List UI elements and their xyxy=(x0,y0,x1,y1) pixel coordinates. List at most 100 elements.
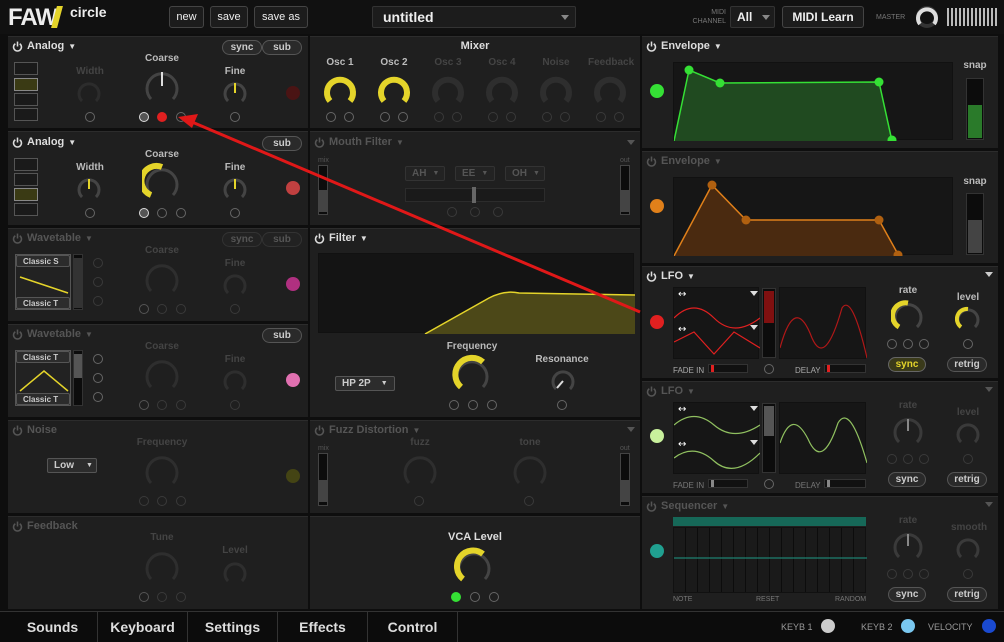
bottom-tab[interactable]: Control xyxy=(368,611,458,642)
osc4-mod-3[interactable] xyxy=(93,392,103,402)
power-icon[interactable] xyxy=(12,137,23,148)
noise-frequency-knob[interactable] xyxy=(142,450,182,490)
master-volume-knob[interactable] xyxy=(914,4,940,30)
osc3-sync-toggle[interactable]: sync xyxy=(222,232,262,247)
sequencer-header[interactable]: Sequencer ▼ xyxy=(646,500,729,512)
lfo1-level-knob[interactable] xyxy=(955,306,981,332)
lfo1-level-mod[interactable] xyxy=(963,339,973,349)
mixer-channel-knob[interactable] xyxy=(322,72,360,110)
osc2-width-knob[interactable] xyxy=(76,176,102,202)
keyb1-led[interactable] xyxy=(821,619,835,633)
power-icon[interactable] xyxy=(12,329,23,340)
osc2-fine-mod[interactable] xyxy=(230,208,240,218)
lfo2-rate-mod-1[interactable] xyxy=(887,454,897,464)
osc4-table1-select[interactable]: Classic T xyxy=(16,351,70,363)
lfo2-header[interactable]: LFO ▼ xyxy=(646,385,695,397)
fuzz-fuzz-mod[interactable] xyxy=(414,496,424,506)
feedback-header[interactable]: Feedback xyxy=(12,520,78,532)
mouth-mod-2[interactable] xyxy=(470,207,480,217)
noise-mode-select[interactable]: Low ▼ xyxy=(47,458,97,473)
mouth-vowel2-select[interactable]: EE ▼ xyxy=(455,166,495,181)
fuzz-menu-icon[interactable] xyxy=(627,427,635,432)
lfo2-rate-knob[interactable] xyxy=(891,414,925,448)
lfo2-level-mod[interactable] xyxy=(963,454,973,464)
sequencer-length-bar[interactable] xyxy=(673,517,866,526)
mouth-filter-menu-icon[interactable] xyxy=(627,140,635,145)
fuzz-out-handle[interactable] xyxy=(621,480,629,502)
vca-level-knob[interactable] xyxy=(454,546,494,586)
filter-res-mod[interactable] xyxy=(557,400,567,410)
fuzz-mix-handle[interactable] xyxy=(319,480,327,502)
mixer-channel-mod[interactable] xyxy=(434,112,444,122)
osc2-coarse-knob[interactable] xyxy=(142,162,182,202)
mouth-vowel1-select[interactable]: AH ▼ xyxy=(405,166,445,181)
power-icon[interactable] xyxy=(12,41,23,52)
lfo1-retrig-button[interactable]: retrig xyxy=(947,357,987,372)
power-icon[interactable] xyxy=(12,425,23,436)
env2-header[interactable]: Envelope ▼ xyxy=(646,155,722,167)
power-icon[interactable] xyxy=(314,137,325,148)
lfo1-phase-dot[interactable] xyxy=(764,364,774,374)
save-as-button[interactable]: save as xyxy=(254,6,308,28)
lfo2-level-knob[interactable] xyxy=(955,421,981,447)
mouth-mod-3[interactable] xyxy=(493,207,503,217)
mixer-channel-knob[interactable] xyxy=(484,72,522,110)
lfo1-sync-button[interactable]: sync xyxy=(888,357,926,372)
osc3-coarse-mod-3[interactable] xyxy=(176,304,186,314)
mixer-channel-mod[interactable] xyxy=(560,112,570,122)
bottom-tab[interactable]: Keyboard xyxy=(98,611,188,642)
osc1-coarse-knob[interactable] xyxy=(142,66,182,106)
osc2-led[interactable] xyxy=(286,181,300,195)
mixer-channel-knob[interactable] xyxy=(376,72,414,110)
env1-header[interactable]: Envelope ▼ xyxy=(646,40,722,52)
osc4-header[interactable]: Wavetable ▼ xyxy=(12,328,93,340)
power-icon[interactable] xyxy=(314,425,325,436)
osc1-width-knob[interactable] xyxy=(76,80,102,106)
osc3-mod-2[interactable] xyxy=(93,277,103,287)
feedback-mod-2[interactable] xyxy=(157,592,167,602)
fuzz-fuzz-knob[interactable] xyxy=(400,450,440,490)
osc1-fine-mod[interactable] xyxy=(230,112,240,122)
sequencer-retrig-button[interactable]: retrig xyxy=(947,587,987,602)
lfo1-led[interactable] xyxy=(650,315,664,329)
osc1-wave-saw[interactable] xyxy=(14,78,38,91)
lfo2-shape2-chevron-icon[interactable] xyxy=(750,440,758,445)
lfo2-rate-mod-2[interactable] xyxy=(903,454,913,464)
filter-freq-mod-3[interactable] xyxy=(487,400,497,410)
noise-mod-2[interactable] xyxy=(157,496,167,506)
lfo2-phase-dot[interactable] xyxy=(764,479,774,489)
mixer-channel-mod[interactable] xyxy=(398,112,408,122)
osc2-header[interactable]: Analog ▼ xyxy=(12,136,76,148)
lfo1-rate-mod-1[interactable] xyxy=(887,339,897,349)
osc1-wave-sine[interactable] xyxy=(14,62,38,75)
sequencer-steps-grid[interactable] xyxy=(673,527,867,593)
osc3-coarse-knob[interactable] xyxy=(142,258,182,298)
mouth-mod-1[interactable] xyxy=(447,207,457,217)
osc4-fine-knob[interactable] xyxy=(222,368,248,394)
lfo2-retrig-button[interactable]: retrig xyxy=(947,472,987,487)
noise-mod-3[interactable] xyxy=(176,496,186,506)
osc4-coarse-mod-2[interactable] xyxy=(157,400,167,410)
lfo1-shape1-chevron-icon[interactable] xyxy=(750,291,758,296)
lfo1-delay-slider[interactable] xyxy=(824,364,866,373)
osc3-table2-select[interactable]: Classic T xyxy=(16,297,70,309)
noise-mod-1[interactable] xyxy=(139,496,149,506)
lfo1-fade-in-handle[interactable] xyxy=(711,365,714,372)
bottom-tab[interactable]: Sounds xyxy=(8,611,98,642)
noise-header[interactable]: Noise xyxy=(12,424,57,436)
feedback-mod-3[interactable] xyxy=(176,592,186,602)
osc3-sub-toggle[interactable]: sub xyxy=(262,232,302,247)
osc4-fine-mod[interactable] xyxy=(230,400,240,410)
osc3-coarse-mod-1[interactable] xyxy=(139,304,149,314)
osc1-width-mod[interactable] xyxy=(85,112,95,122)
sequencer-sync-button[interactable]: sync xyxy=(888,587,926,602)
sequencer-rate-mod-1[interactable] xyxy=(887,569,897,579)
bottom-tab[interactable]: Settings xyxy=(188,611,278,642)
feedback-level-knob[interactable] xyxy=(222,560,248,586)
osc3-mod-1[interactable] xyxy=(93,258,103,268)
mixer-channel-mod[interactable] xyxy=(452,112,462,122)
osc2-wave-square[interactable] xyxy=(14,188,38,201)
mixer-channel-mod[interactable] xyxy=(380,112,390,122)
mouth-out-handle[interactable] xyxy=(621,190,629,212)
sequencer-smooth-knob[interactable] xyxy=(955,536,981,562)
